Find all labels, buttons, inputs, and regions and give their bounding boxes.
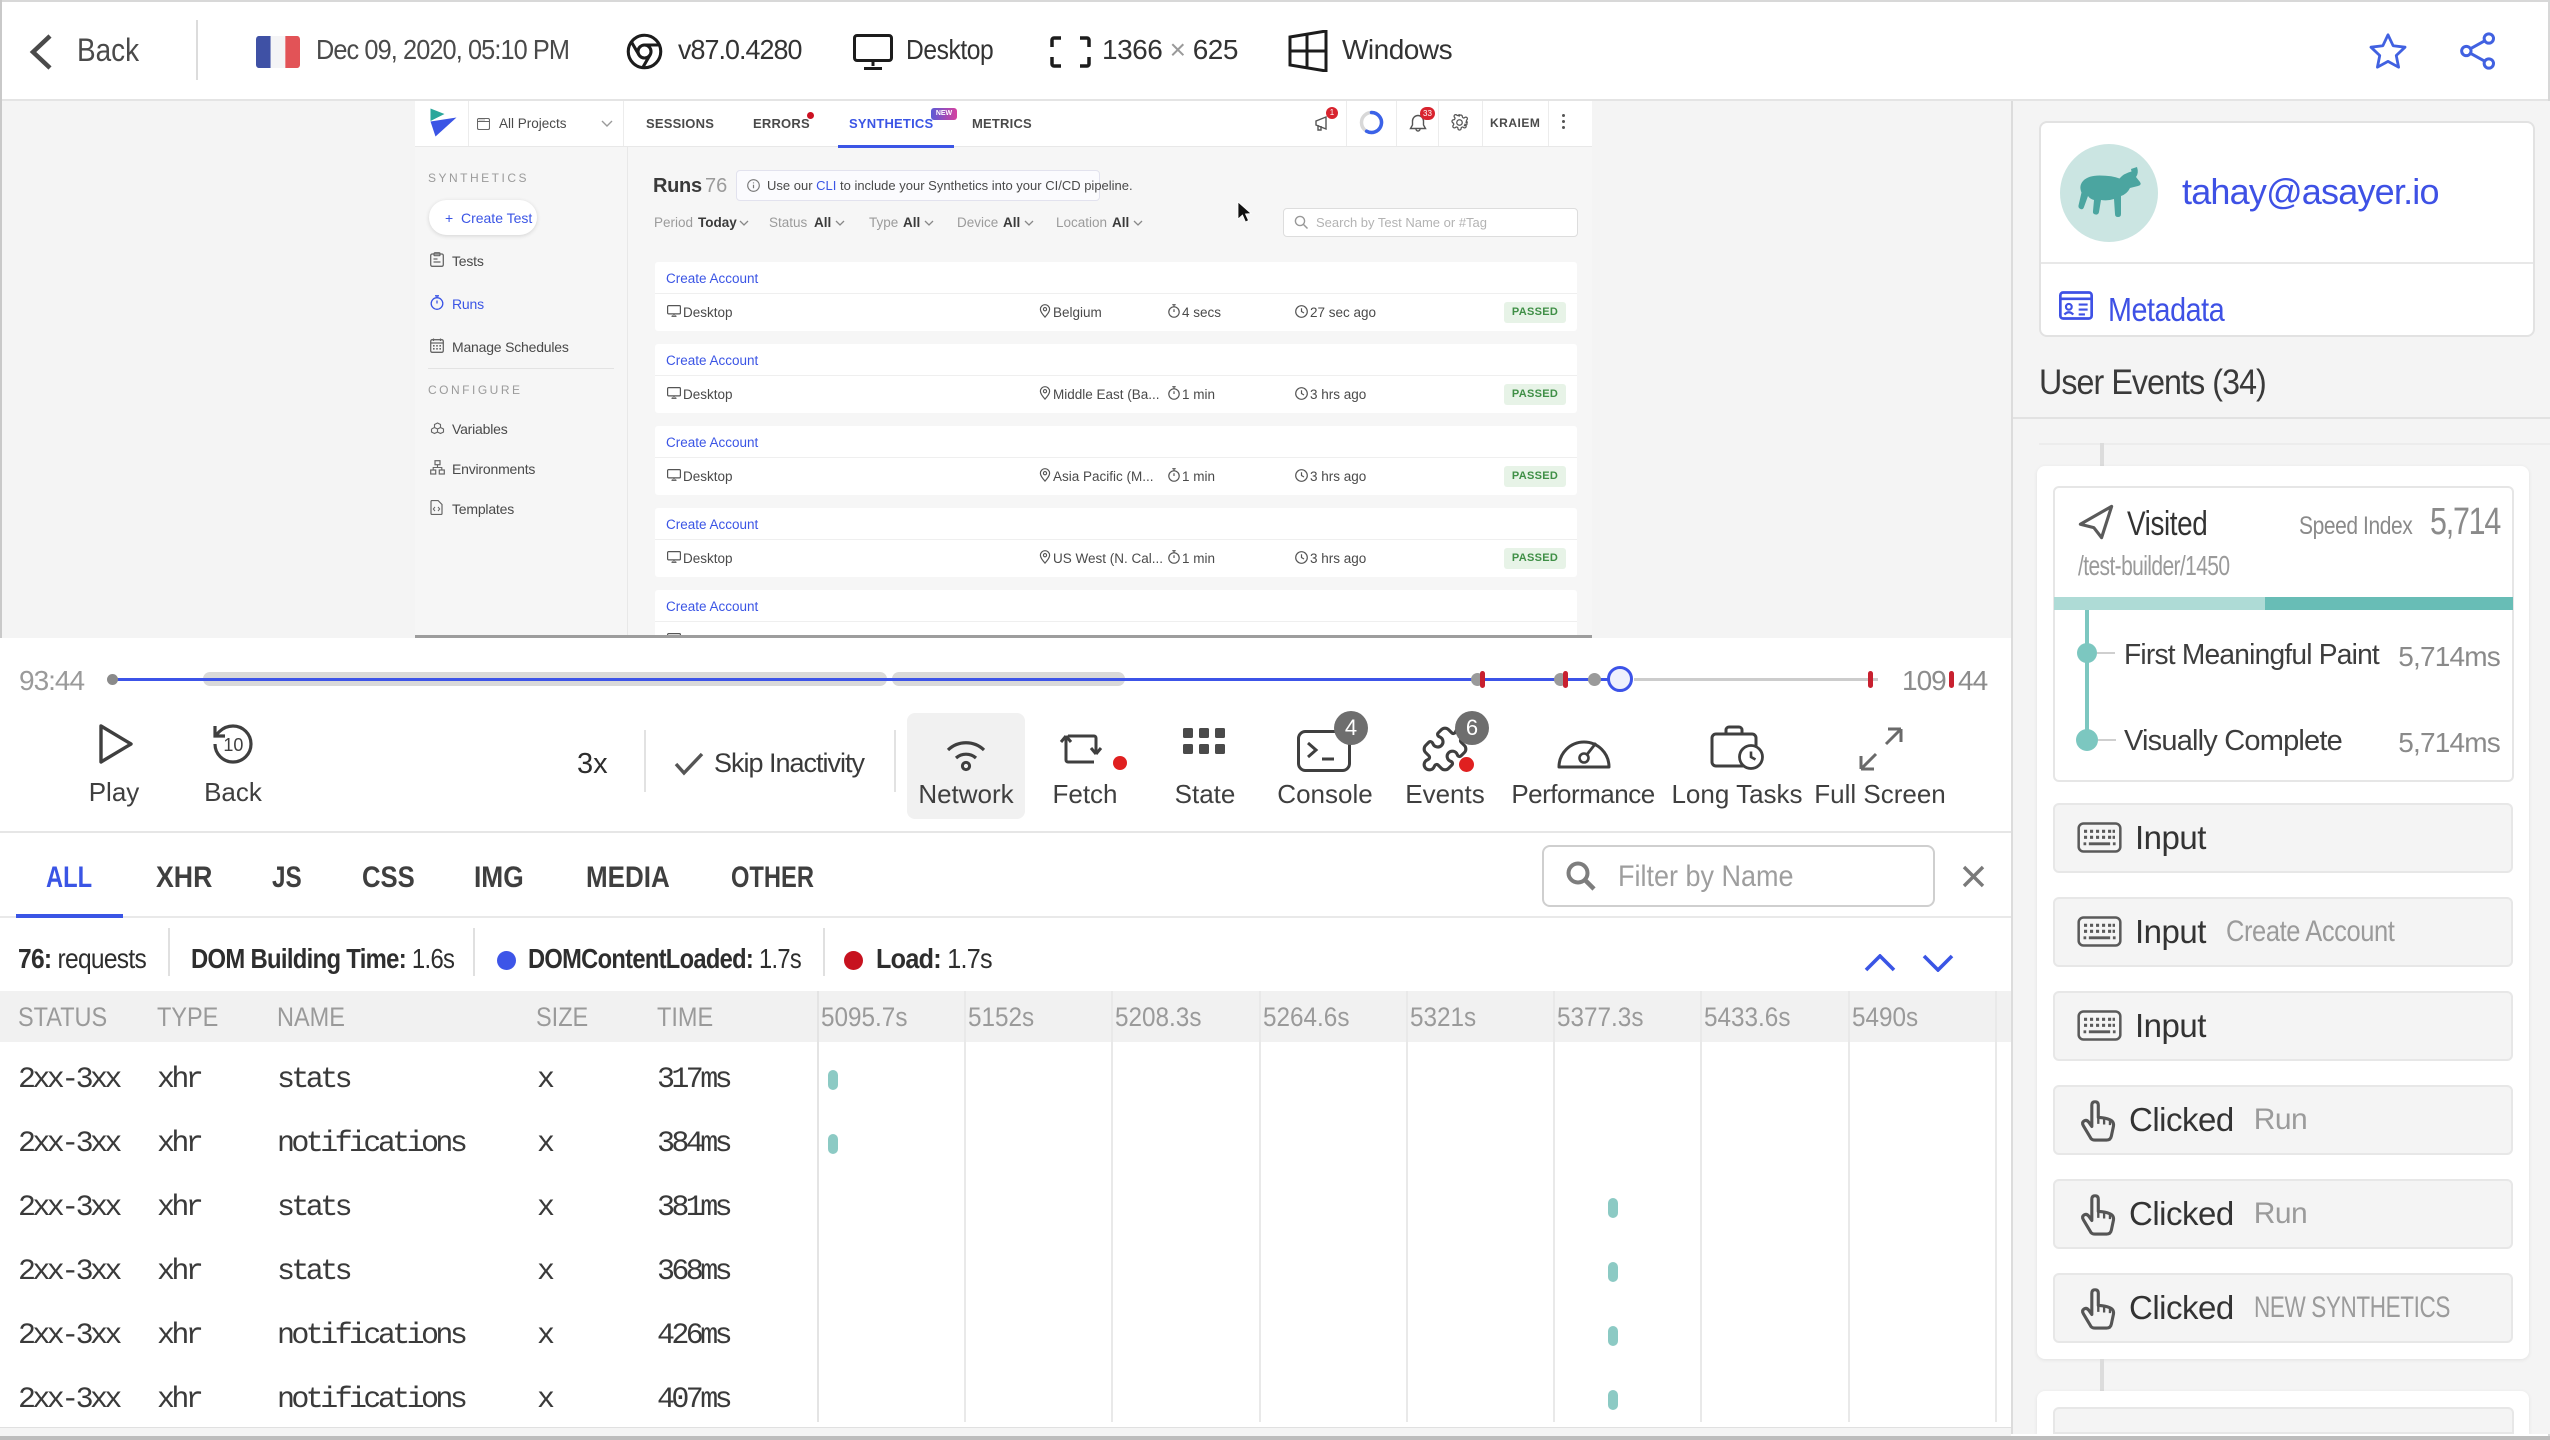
svg-text:10: 10 (223, 735, 243, 755)
